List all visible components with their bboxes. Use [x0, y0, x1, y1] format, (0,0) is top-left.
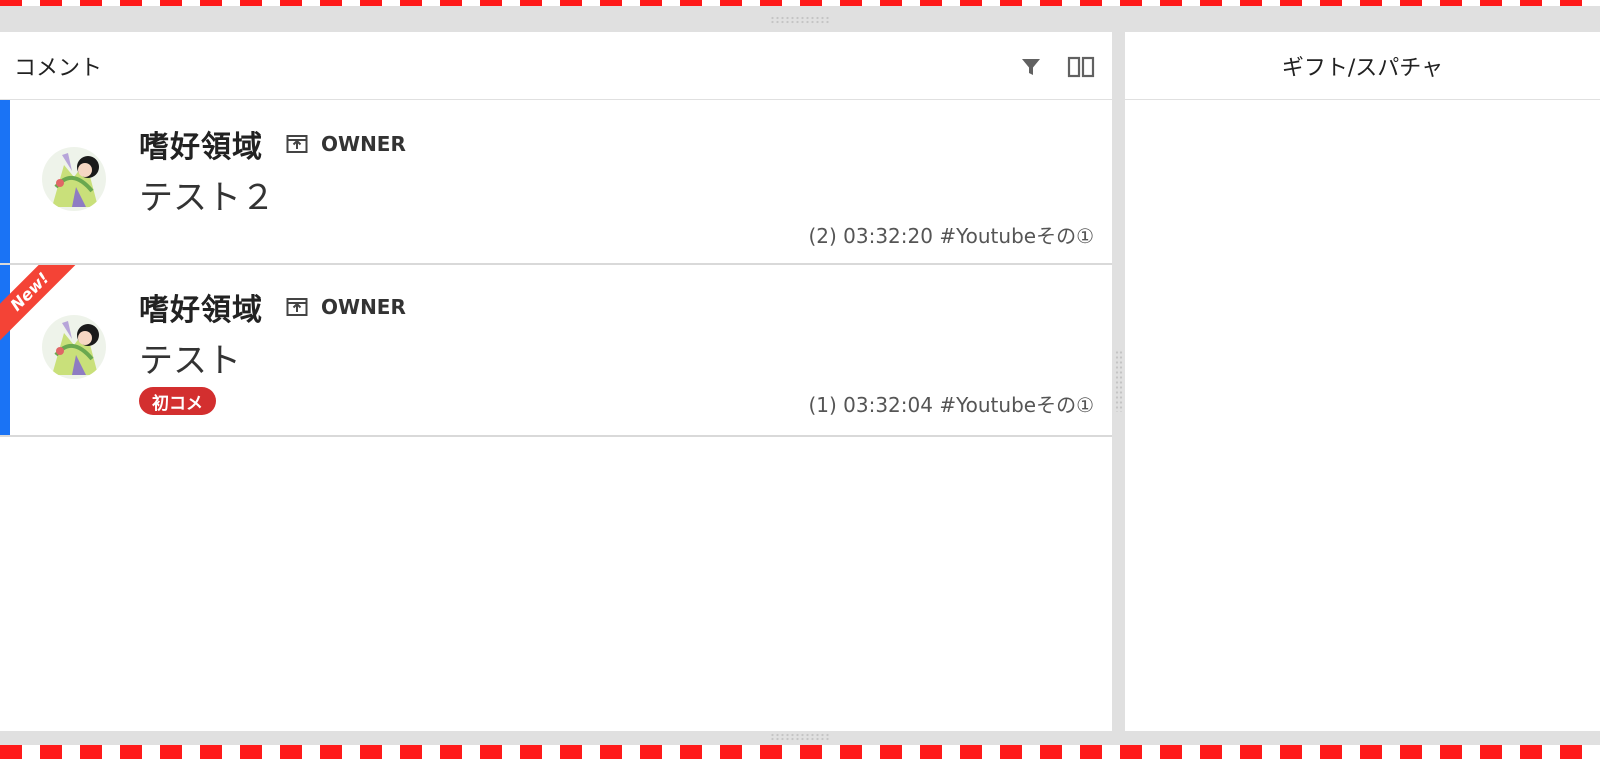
avatar [42, 147, 106, 211]
bottom-dashed-border [0, 745, 1600, 759]
splitter-grip[interactable] [1115, 350, 1123, 412]
comment-meta: (2) 03:32:20 #Youtubeその① [808, 224, 1094, 248]
columns-icon[interactable] [1066, 52, 1096, 82]
comment-panel-header: コメント [0, 32, 1112, 100]
first-comment-badge: 初コメ [139, 387, 216, 415]
upload-box-icon [285, 131, 311, 157]
comment-panel: コメント 嗜好領域 OWNER テスト２ (2) 03:32:20 #Youtu… [0, 32, 1112, 731]
comment-message: テスト２ [139, 178, 275, 218]
owner-label: OWNER [321, 132, 406, 156]
comment-item[interactable]: New! 嗜好領域 OWNER テスト 初コメ (1) 03:32:04 #Yo… [0, 265, 1112, 437]
comment-accent-bar [0, 265, 10, 435]
avatar [42, 315, 106, 379]
author-name[interactable]: 嗜好領域 [139, 285, 263, 329]
author-row: 嗜好領域 OWNER [139, 122, 406, 166]
gift-panel-title: ギフト/スパチャ [1281, 55, 1444, 81]
comment-message: テスト [139, 341, 241, 381]
comment-panel-toolbar [1016, 52, 1096, 82]
bottom-resize-handle[interactable] [770, 733, 830, 741]
comment-item[interactable]: 嗜好領域 OWNER テスト２ (2) 03:32:20 #Youtubeその① [0, 100, 1112, 265]
filter-icon[interactable] [1016, 52, 1046, 82]
author-name[interactable]: 嗜好領域 [139, 122, 263, 166]
comment-meta: (1) 03:32:04 #Youtubeその① [808, 393, 1094, 417]
comment-accent-bar [0, 100, 10, 263]
owner-label: OWNER [321, 295, 406, 319]
gift-panel-header: ギフト/スパチャ [1125, 32, 1600, 100]
gift-panel: ギフト/スパチャ [1125, 32, 1600, 731]
comment-panel-title: コメント [14, 55, 103, 81]
author-row: 嗜好領域 OWNER [139, 285, 406, 329]
top-dashed-border [0, 0, 1600, 6]
upload-box-icon [285, 294, 311, 320]
top-resize-handle[interactable] [770, 16, 830, 24]
